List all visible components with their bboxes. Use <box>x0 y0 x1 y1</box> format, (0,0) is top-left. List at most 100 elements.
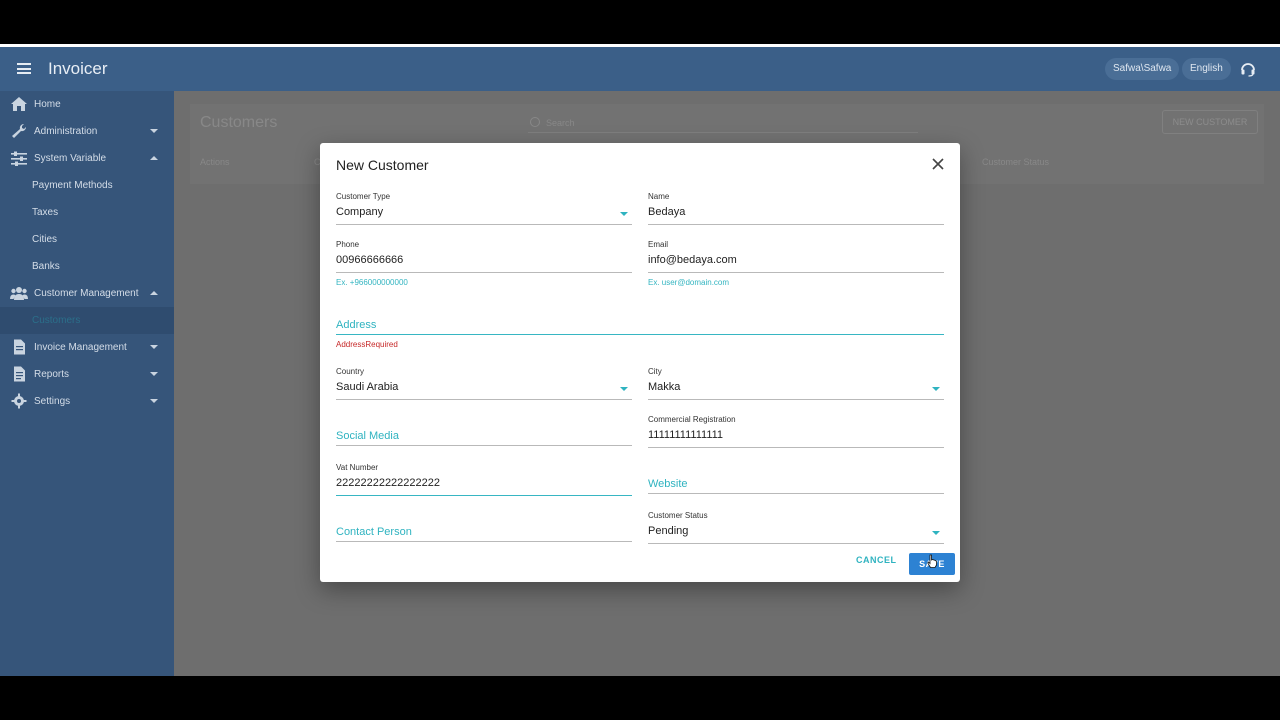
new-customer-dialog: New Customer Customer Type Company Name … <box>320 143 960 582</box>
field-underline <box>336 445 632 446</box>
sidebar-item-label: Reports <box>34 369 70 380</box>
field-value: Company <box>336 206 384 218</box>
chevron-down-icon[interactable] <box>620 212 628 216</box>
field-placeholder: Address <box>336 319 377 331</box>
sidebar-item-banks[interactable]: Banks <box>0 253 174 280</box>
sidebar-item-label: Payment Methods <box>32 180 113 191</box>
sidebar-item-label: Banks <box>32 261 60 272</box>
search-icon <box>530 117 540 127</box>
column-header-customer-status: Customer Status <box>982 157 1050 167</box>
phone-field[interactable]: Phone 00966666666 Ex. +966000000000 <box>336 240 632 287</box>
app-bar: Invoicer Safwa\Safwa English <box>0 47 1280 91</box>
chevron-down-icon[interactable] <box>932 531 940 535</box>
field-placeholder: Contact Person <box>336 526 412 538</box>
chevron-down-icon <box>150 345 158 349</box>
sidebar-item-invoice-management[interactable]: Invoice Management <box>0 334 174 361</box>
sidebar-item-home[interactable]: Home <box>0 91 174 118</box>
sidebar-item-customer-management[interactable]: Customer Management <box>0 280 174 307</box>
sidebar-item-label: Cities <box>32 234 58 245</box>
commercial-registration-field[interactable]: Commercial Registration 11111111111111 <box>648 415 944 457</box>
sidebar-item-settings[interactable]: Settings <box>0 388 174 415</box>
social-media-field[interactable]: Social Media <box>336 413 632 455</box>
language-chip[interactable]: English <box>1182 58 1231 80</box>
customer-type-select[interactable]: Customer Type Company <box>336 192 632 234</box>
contact-person-field[interactable]: Contact Person <box>336 509 632 551</box>
document-icon <box>14 339 25 355</box>
field-value: 00966666666 <box>336 254 404 266</box>
sidebar-item-label: Customer Management <box>34 288 139 299</box>
field-hint: Ex. +966000000000 <box>336 278 408 287</box>
letterbox-top <box>0 0 1280 44</box>
chevron-down-icon[interactable] <box>932 387 940 391</box>
field-label: Commercial Registration <box>648 415 736 424</box>
search-input[interactable]: Search <box>546 118 575 128</box>
field-value: Saudi Arabia <box>336 381 399 393</box>
page-title: Customers <box>200 114 278 131</box>
sidebar: Home Administration System Variable Paym… <box>0 91 174 676</box>
country-select[interactable]: Country Saudi Arabia <box>336 367 632 409</box>
sidebar-item-label: Settings <box>34 396 71 407</box>
field-error: AddressRequired <box>336 340 398 349</box>
field-label: Customer Type <box>336 192 391 201</box>
vat-number-field[interactable]: Vat Number 22222222222222222 <box>336 463 632 505</box>
field-underline <box>648 447 944 448</box>
sidebar-item-customers[interactable]: Customers <box>0 307 174 334</box>
search-underline <box>528 132 918 133</box>
field-label: Email <box>648 240 669 249</box>
field-placeholder: Social Media <box>336 430 399 442</box>
name-field[interactable]: Name Bedaya <box>648 192 944 234</box>
sidebar-item-label: Administration <box>34 126 98 137</box>
field-underline <box>336 399 632 400</box>
close-icon[interactable] <box>932 158 944 170</box>
field-underline <box>648 399 944 400</box>
sidebar-item-reports[interactable]: Reports <box>0 361 174 388</box>
sidebar-item-label: Taxes <box>32 207 59 218</box>
hand-cursor-icon <box>927 554 937 568</box>
sidebar-item-label: Invoice Management <box>34 342 127 353</box>
headset-icon[interactable] <box>1240 61 1256 77</box>
website-field[interactable]: Website <box>648 461 944 503</box>
home-icon <box>11 97 27 111</box>
chevron-down-icon <box>150 372 158 376</box>
field-value: 11111111111111 <box>648 429 724 441</box>
dialog-title: New Customer <box>336 157 429 173</box>
customer-status-select[interactable]: Customer Status Pending <box>648 511 944 553</box>
sidebar-item-cities[interactable]: Cities <box>0 226 174 253</box>
chevron-down-icon <box>150 129 158 133</box>
field-value: Bedaya <box>648 206 686 218</box>
field-placeholder: Website <box>648 478 688 490</box>
address-field[interactable]: Address AddressRequired <box>336 302 944 349</box>
sidebar-item-label: Home <box>34 99 61 110</box>
new-customer-button[interactable]: NEW CUSTOMER <box>1162 110 1258 134</box>
field-label: Name <box>648 192 670 201</box>
field-label: Customer Status <box>648 511 708 520</box>
field-value: info@bedaya.com <box>648 254 737 266</box>
field-value: Makka <box>648 381 681 393</box>
field-underline <box>648 224 944 225</box>
menu-icon[interactable] <box>17 63 31 74</box>
field-label: Phone <box>336 240 360 249</box>
sidebar-item-taxes[interactable]: Taxes <box>0 199 174 226</box>
sidebar-item-administration[interactable]: Administration <box>0 118 174 145</box>
field-label: City <box>648 367 662 376</box>
field-underline <box>648 543 944 544</box>
chevron-down-icon[interactable] <box>620 387 628 391</box>
sidebar-item-label: Customers <box>32 315 81 326</box>
field-underline <box>336 334 944 335</box>
cancel-button[interactable]: CANCEL <box>856 555 897 565</box>
field-value: 22222222222222222 <box>336 477 441 489</box>
field-label: Vat Number <box>336 463 379 472</box>
email-field[interactable]: Email info@bedaya.com Ex. user@domain.co… <box>648 240 944 287</box>
field-underline <box>336 224 632 225</box>
sidebar-item-payment-methods[interactable]: Payment Methods <box>0 172 174 199</box>
field-underline <box>336 541 632 542</box>
field-underline <box>648 272 944 273</box>
chevron-up-icon <box>150 291 158 295</box>
column-header-actions: Actions <box>200 157 230 167</box>
user-chip[interactable]: Safwa\Safwa <box>1105 58 1180 80</box>
chevron-down-icon <box>150 399 158 403</box>
sliders-icon <box>11 151 27 166</box>
sidebar-item-system-variable[interactable]: System Variable <box>0 145 174 172</box>
city-select[interactable]: City Makka <box>648 367 944 409</box>
chevron-up-icon <box>150 156 158 160</box>
